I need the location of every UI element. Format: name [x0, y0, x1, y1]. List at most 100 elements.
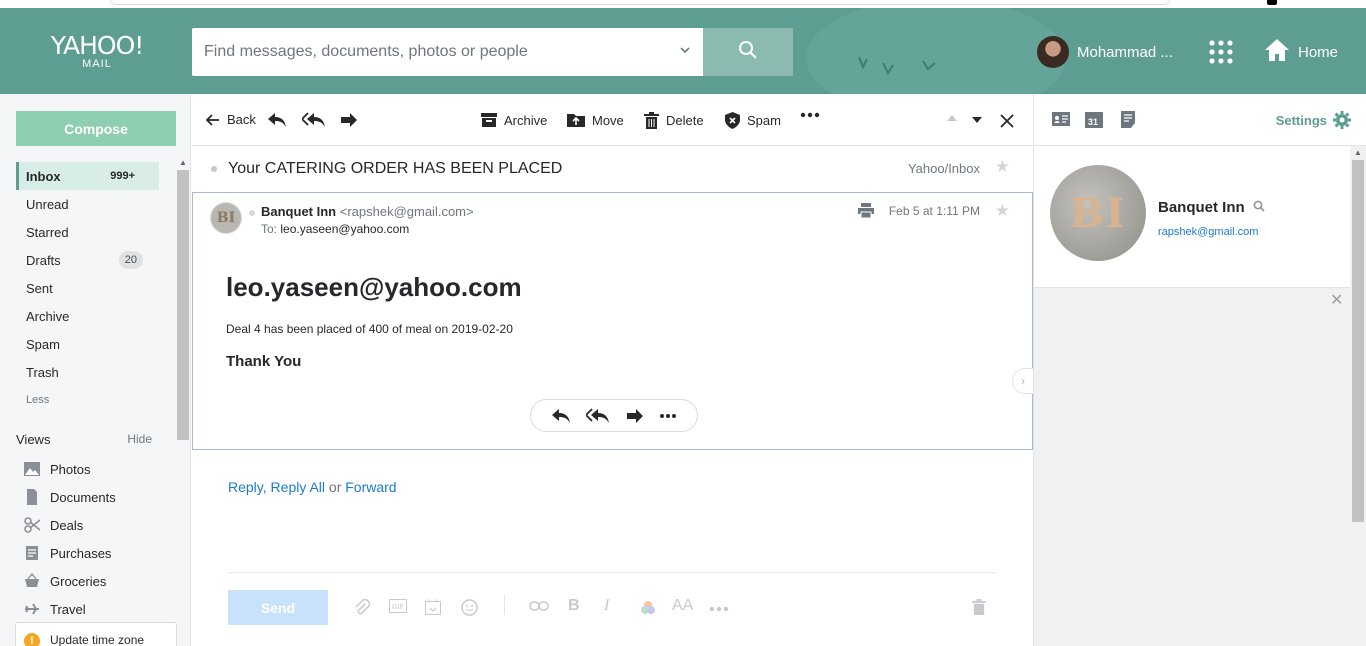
- folder-label: Less: [26, 394, 50, 406]
- sender-name[interactable]: Banquet Inn: [261, 204, 336, 219]
- close-message-button[interactable]: [1000, 114, 1021, 128]
- reply-all-button[interactable]: [302, 112, 333, 128]
- sidebar-item-starred[interactable]: Starred: [16, 218, 159, 246]
- more-icon[interactable]: [709, 599, 729, 617]
- user-menu[interactable]: Mohammad ...: [1037, 36, 1173, 68]
- forward-button[interactable]: [340, 112, 365, 128]
- views-hide-link[interactable]: Hide: [127, 432, 152, 447]
- star-icon[interactable]: ★: [995, 157, 1010, 177]
- sticker-icon[interactable]: [425, 599, 441, 620]
- arrow-left-icon: [206, 113, 219, 126]
- close-icon[interactable]: ✕: [1330, 290, 1343, 310]
- next-message-button[interactable]: [971, 116, 990, 124]
- print-icon[interactable]: [858, 203, 874, 223]
- bold-icon[interactable]: B: [568, 597, 580, 615]
- folder-label: Archive: [26, 308, 70, 324]
- user-name: Mohammad ...: [1077, 43, 1173, 61]
- more-actions-button[interactable]: [800, 112, 827, 118]
- move-button[interactable]: Move: [567, 112, 624, 128]
- compose-button[interactable]: Compose: [16, 111, 176, 146]
- folder-label: Drafts: [26, 252, 61, 268]
- sidebar-item-groceries[interactable]: Groceries: [24, 567, 116, 595]
- send-button[interactable]: Send: [228, 590, 328, 625]
- recipient-address[interactable]: leo.yaseen@yahoo.com: [280, 222, 409, 236]
- panel-scrollbar[interactable]: ▲: [1350, 146, 1366, 646]
- photo-icon: [24, 462, 40, 476]
- sidebar-item-documents[interactable]: Documents: [24, 483, 116, 511]
- sidebar-scrollbar[interactable]: ▲: [176, 156, 190, 646]
- search-icon: [738, 40, 758, 65]
- reply-button[interactable]: [267, 112, 294, 128]
- previous-message-button[interactable]: [946, 114, 965, 122]
- sidebar-item-spam[interactable]: Spam: [16, 330, 159, 358]
- scroll-up-icon[interactable]: ▲: [1354, 148, 1362, 157]
- attachment-icon[interactable]: [354, 598, 371, 620]
- read-indicator[interactable]: [211, 166, 217, 172]
- sidebar-item-trash[interactable]: Trash: [16, 358, 159, 386]
- reply-all-icon[interactable]: [586, 407, 610, 424]
- delete-button[interactable]: Delete: [644, 112, 704, 129]
- less-toggle[interactable]: Less: [16, 386, 159, 414]
- folder-list: Inbox 999+ Unread Starred Drafts 20 Sent…: [16, 162, 159, 414]
- apps-grid-icon[interactable]: [1209, 40, 1233, 69]
- reply-all-link[interactable]: Reply All: [271, 479, 325, 495]
- archive-button[interactable]: Archive: [481, 112, 547, 128]
- recipient-line: To: leo.yaseen@yahoo.com: [261, 222, 409, 236]
- gif-icon[interactable]: GIF: [389, 599, 407, 618]
- yahoo-mail-logo[interactable]: YAHOO! MAIL: [50, 33, 145, 70]
- body-heading: leo.yaseen@yahoo.com: [226, 272, 522, 302]
- svg-text:GIF: GIF: [392, 604, 404, 611]
- home-link[interactable]: Home: [1264, 38, 1338, 66]
- emoji-icon[interactable]: [461, 599, 478, 621]
- sidebar-item-purchases[interactable]: Purchases: [24, 539, 116, 567]
- sidebar-item-drafts[interactable]: Drafts 20: [16, 246, 159, 274]
- reply-link[interactable]: Reply: [228, 479, 263, 495]
- sidebar-item-photos[interactable]: Photos: [24, 455, 116, 483]
- sidebar-item-archive[interactable]: Archive: [16, 302, 159, 330]
- folder-path[interactable]: Yahoo/Inbox: [908, 161, 980, 176]
- notepad-icon[interactable]: [1121, 111, 1135, 133]
- settings-button[interactable]: Settings: [1276, 111, 1351, 129]
- forward-icon[interactable]: [626, 408, 644, 424]
- star-icon[interactable]: ★: [995, 201, 1010, 221]
- delete-label: Delete: [666, 113, 704, 128]
- spam-button[interactable]: Spam: [725, 112, 781, 129]
- contact-panel: 31 Settings BI Banquet Inn rapshek@gmail…: [1033, 94, 1366, 646]
- timezone-notice[interactable]: ! Update time zone: [15, 622, 177, 646]
- scroll-up-icon[interactable]: ▲: [179, 158, 187, 167]
- scrollbar-thumb[interactable]: [1352, 160, 1364, 522]
- sidebar-item-deals[interactable]: Deals: [24, 511, 116, 539]
- italic-icon[interactable]: I: [604, 597, 609, 615]
- calendar-icon[interactable]: 31: [1085, 110, 1103, 133]
- link-icon[interactable]: [529, 599, 549, 617]
- sender-avatar[interactable]: BI: [210, 202, 242, 234]
- contact-email[interactable]: rapshek@gmail.com: [1158, 226, 1258, 238]
- search-input[interactable]: [192, 28, 662, 76]
- color-picker-icon[interactable]: [639, 599, 657, 622]
- contact-card-icon[interactable]: [1052, 112, 1070, 131]
- folder-label: Sent: [26, 280, 53, 296]
- scrollbar-thumb[interactable]: [177, 170, 189, 440]
- receipt-icon: [26, 546, 38, 560]
- expand-panel-button[interactable]: ›: [1012, 368, 1034, 394]
- trash-icon[interactable]: [972, 599, 986, 620]
- read-indicator[interactable]: [249, 209, 255, 216]
- sender-email: <rapshek@gmail.com>: [339, 204, 474, 219]
- archive-icon: [481, 113, 497, 127]
- sidebar-item-sent[interactable]: Sent: [16, 274, 159, 302]
- reply-links: Reply, Reply All or Forward: [228, 479, 397, 495]
- trash-icon: [644, 112, 659, 129]
- sidebar-item-inbox[interactable]: Inbox 999+: [16, 162, 159, 190]
- reply-icon[interactable]: [551, 408, 571, 424]
- back-button[interactable]: Back: [206, 112, 256, 127]
- forward-link[interactable]: Forward: [345, 479, 396, 495]
- reply-all-icon: [302, 112, 325, 127]
- sidebar-item-travel[interactable]: Travel: [24, 595, 116, 623]
- chevron-down-icon[interactable]: [679, 43, 691, 61]
- more-icon[interactable]: [659, 413, 677, 419]
- search-button[interactable]: [703, 28, 793, 76]
- search-icon[interactable]: [1253, 199, 1265, 216]
- sidebar-item-unread[interactable]: Unread: [16, 190, 159, 218]
- font-size-icon[interactable]: AA: [672, 597, 693, 615]
- folder-label: Spam: [26, 336, 60, 352]
